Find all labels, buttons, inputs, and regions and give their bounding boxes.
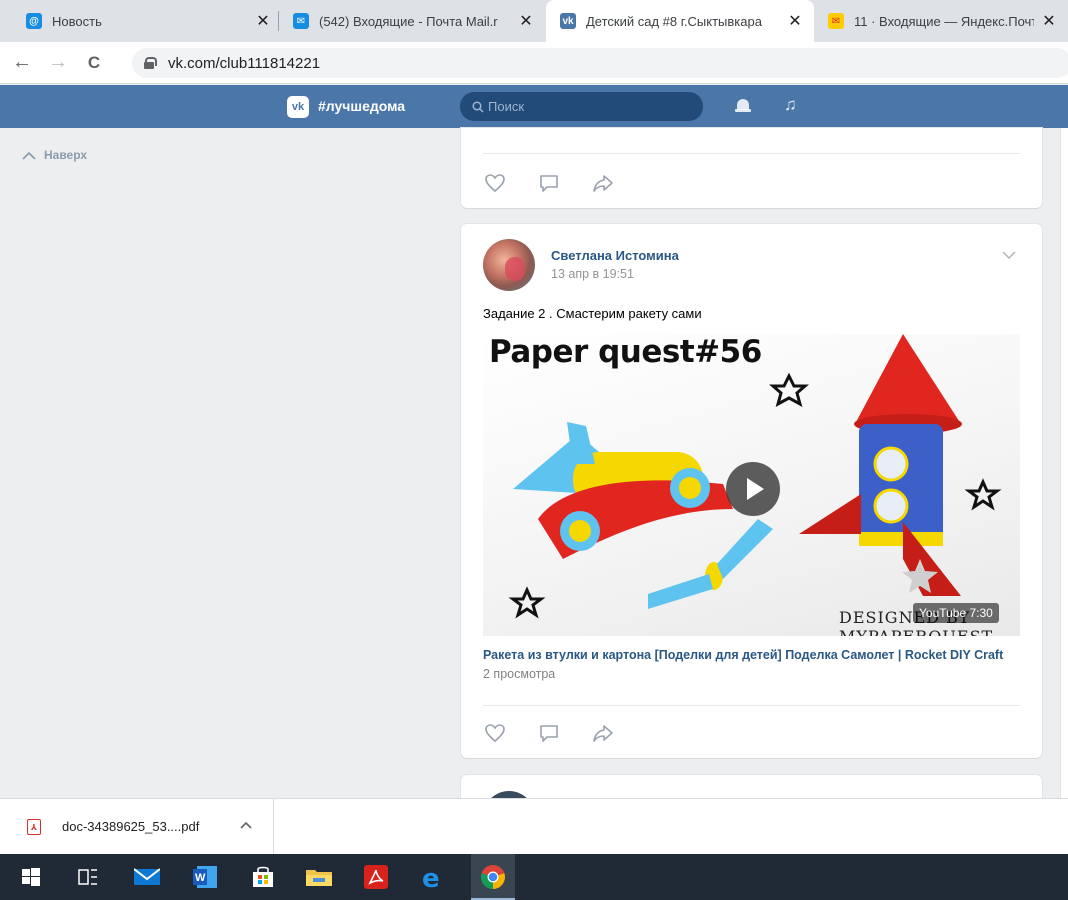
- forward-arrow-icon[interactable]: →: [44, 49, 72, 77]
- browser-toolbar: ← → C vk.com/club111814221: [0, 42, 1068, 84]
- vk-brand-tag[interactable]: #лучшедома: [318, 98, 405, 114]
- chrome-icon[interactable]: [479, 863, 507, 891]
- post-text: Задание 2 . Смастерим ракету сами: [483, 306, 702, 321]
- right-panel-edge: [1060, 128, 1068, 798]
- windows-taskbar: W e: [0, 854, 1068, 900]
- windows-start-icon[interactable]: [17, 863, 45, 891]
- tab-title: 11 · Входящие — Яндекс.Почт: [854, 13, 1034, 29]
- tab-title: (542) Входящие - Почта Mail.r: [319, 13, 498, 29]
- play-icon[interactable]: [726, 462, 780, 516]
- mail-icon[interactable]: [133, 863, 161, 891]
- browser-tab-0[interactable]: @ Новость ✕: [12, 0, 282, 42]
- download-item[interactable]: ⅄ doc-34389625_53....pdf: [0, 799, 274, 855]
- like-heart-icon[interactable]: [483, 722, 507, 744]
- chevron-up-icon: [22, 151, 36, 160]
- address-bar[interactable]: vk.com/club111814221: [132, 48, 1068, 78]
- post-divider: [483, 705, 1020, 706]
- browser-tab-1[interactable]: ✉ (542) Входящие - Почта Mail.r ✕: [279, 0, 545, 42]
- browser-tab-3[interactable]: ✉ 11 · Входящие — Яндекс.Почт ✕: [814, 0, 1068, 42]
- vk-logo-icon[interactable]: vk: [287, 96, 309, 118]
- post-actions: [483, 722, 645, 744]
- edge-icon[interactable]: e: [420, 863, 448, 891]
- pdf-file-icon: ⅄: [27, 819, 41, 835]
- video-provider-badge: YouTube 7:30: [913, 603, 999, 623]
- post-divider: [483, 153, 1020, 154]
- download-file-name[interactable]: doc-34389625_53....pdf: [62, 819, 199, 834]
- comment-bubble-icon[interactable]: [537, 172, 561, 194]
- video-title-link[interactable]: Ракета из втулки и картона [Поделки для …: [483, 648, 1003, 662]
- reload-icon[interactable]: C: [80, 49, 108, 77]
- browser-tab-2[interactable]: vk Детский сад #8 г.Сыктывкара ✕: [546, 0, 814, 42]
- back-arrow-icon[interactable]: ←: [8, 49, 36, 77]
- svg-text:e: e: [422, 865, 440, 889]
- word-icon[interactable]: W: [191, 863, 219, 891]
- to-top-label: Наверх: [44, 148, 88, 162]
- video-view-count: 2 просмотра: [483, 667, 556, 681]
- post-actions: [483, 172, 645, 194]
- store-icon[interactable]: [249, 863, 277, 891]
- comment-bubble-icon[interactable]: [537, 722, 561, 744]
- tab-close-icon[interactable]: ✕: [254, 12, 272, 30]
- music-note-icon[interactable]: ♫: [784, 95, 797, 115]
- tab-close-icon[interactable]: ✕: [517, 12, 535, 30]
- tab-close-icon[interactable]: ✕: [1040, 12, 1058, 30]
- svg-text:W: W: [195, 872, 206, 884]
- file-explorer-icon[interactable]: [305, 863, 333, 891]
- video-thumbnail[interactable]: Paper quest#56 DESIGNED BY MYPAPERQUEST …: [483, 334, 1020, 636]
- post-menu-chevron-down-icon[interactable]: [1002, 248, 1016, 262]
- author-avatar[interactable]: [483, 239, 535, 291]
- share-arrow-icon[interactable]: [591, 722, 615, 744]
- video-duration: 7:30: [969, 606, 993, 620]
- video-provider: YouTube: [919, 606, 967, 620]
- browser-tabstrip: @ Новость ✕ ✉ (542) Входящие - Почта Mai…: [0, 0, 1068, 42]
- post-card: Светлана Истомина 13 апр в 19:51 Задание…: [461, 224, 1042, 758]
- bell-icon[interactable]: [735, 98, 751, 116]
- yandex-mail-favicon-icon: ✉: [828, 13, 844, 29]
- vk-favicon-icon: vk: [560, 13, 576, 29]
- url-text: vk.com/club111814221: [168, 54, 321, 72]
- tab-close-icon[interactable]: ✕: [786, 12, 804, 30]
- download-shelf: ⅄ doc-34389625_53....pdf: [0, 798, 1068, 855]
- lock-icon[interactable]: [144, 57, 157, 69]
- search-placeholder: Поиск: [488, 99, 525, 114]
- chevron-up-icon[interactable]: [240, 817, 252, 832]
- like-heart-icon[interactable]: [483, 172, 507, 194]
- envelope-favicon-icon: ✉: [293, 13, 309, 29]
- tab-title: Новость: [52, 13, 102, 29]
- post-author-name[interactable]: Светлана Истомина: [551, 248, 679, 263]
- scroll-to-top-button[interactable]: Наверх: [22, 148, 87, 162]
- vk-header: vk #лучшедома Поиск ♫: [0, 85, 1068, 128]
- mail-ru-favicon-icon: @: [26, 13, 42, 29]
- acrobat-icon[interactable]: [362, 863, 390, 891]
- task-view-icon[interactable]: [74, 863, 102, 891]
- search-icon: [472, 100, 484, 113]
- tab-title: Детский сад #8 г.Сыктывкара: [586, 13, 762, 29]
- post-date[interactable]: 13 апр в 19:51: [551, 267, 634, 281]
- share-arrow-icon[interactable]: [591, 172, 615, 194]
- video-overlay-title: Paper quest#56: [489, 334, 762, 370]
- previous-post-card: [461, 128, 1042, 208]
- vk-search-input[interactable]: Поиск: [460, 92, 703, 121]
